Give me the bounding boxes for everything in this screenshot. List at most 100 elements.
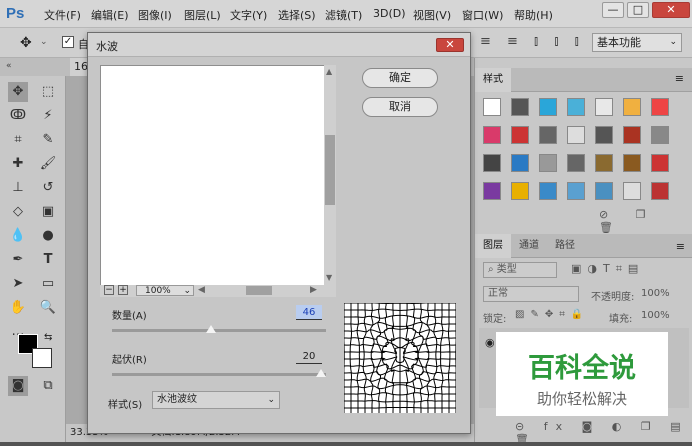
menu-3d[interactable]: 3D(D) xyxy=(373,7,406,20)
style-swatch[interactable] xyxy=(567,182,585,200)
ridges-slider-thumb[interactable] xyxy=(316,369,326,377)
style-swatch[interactable] xyxy=(483,126,501,144)
workspace-select[interactable]: 基本功能 ⌄ xyxy=(592,33,682,52)
move-tool-icon[interactable]: ✥ xyxy=(8,82,28,102)
preview-vertical-scrollbar[interactable]: ▲ ▼ xyxy=(324,65,336,285)
style-swatch[interactable] xyxy=(539,98,557,116)
eraser-tool-icon[interactable]: ◇ xyxy=(8,202,28,222)
gradient-tool-icon[interactable]: ▣ xyxy=(38,202,58,222)
healing-brush-tool-icon[interactable]: ✚ xyxy=(8,154,28,174)
menu-window[interactable]: 窗口(W) xyxy=(462,7,503,23)
rectangle-tool-icon[interactable]: ▭ xyxy=(38,274,58,294)
scroll-thumb[interactable] xyxy=(325,135,335,205)
scroll-right-icon[interactable]: ▶ xyxy=(310,285,317,295)
fill-value[interactable]: 100% xyxy=(641,310,670,321)
panel-menu-icon[interactable]: ≡ xyxy=(676,240,685,253)
opacity-value[interactable]: 100% xyxy=(641,288,670,299)
eye-icon[interactable]: ◉ xyxy=(485,336,495,349)
style-swatch[interactable] xyxy=(511,98,529,116)
screen-mode-icon[interactable]: ⧉ xyxy=(38,376,58,396)
scroll-left-icon[interactable]: ◀ xyxy=(198,285,205,295)
zoom-tool-icon[interactable]: 🔍 xyxy=(38,298,58,318)
style-swatch[interactable] xyxy=(567,126,585,144)
style-swatch[interactable] xyxy=(651,182,669,200)
style-swatch[interactable] xyxy=(567,154,585,172)
align-icons[interactable]: ≡ ≡ ⫾ ⫾ ⫾ xyxy=(480,34,585,49)
style-swatch[interactable] xyxy=(511,126,529,144)
layer-footer-icons[interactable]: ⊝ fx ◙ ◐ ❐ ▤ 🗑 xyxy=(515,420,692,446)
style-select[interactable]: 水池波纹 ⌄ xyxy=(152,391,280,409)
clone-stamp-tool-icon[interactable]: ⊥ xyxy=(8,178,28,198)
menu-view[interactable]: 视图(V) xyxy=(413,7,451,23)
menu-help[interactable]: 帮助(H) xyxy=(514,7,553,23)
tab-layers[interactable]: 图层 xyxy=(475,234,511,258)
blur-tool-icon[interactable]: 💧 xyxy=(8,226,28,246)
menu-type[interactable]: 文字(Y) xyxy=(230,7,267,23)
minimize-button[interactable]: — xyxy=(602,2,624,18)
style-swatch[interactable] xyxy=(595,126,613,144)
tab-channels[interactable]: 通道 xyxy=(511,234,547,258)
style-swatch[interactable] xyxy=(651,98,669,116)
scroll-thumb-horizontal[interactable] xyxy=(246,286,272,295)
marquee-tool-icon[interactable]: ⬚ xyxy=(38,82,58,102)
style-swatch[interactable] xyxy=(651,126,669,144)
chevron-down-icon[interactable]: ⌄ xyxy=(40,37,48,47)
zoom-select[interactable]: 100% ⌄ xyxy=(136,285,194,296)
quick-mask-icon[interactable]: ◙ xyxy=(8,376,28,396)
lock-icons[interactable]: ▨✎✥⌗🔒 xyxy=(515,309,589,320)
magic-wand-tool-icon[interactable]: ⚡ xyxy=(38,106,58,126)
maximize-button[interactable]: □ xyxy=(627,2,649,18)
style-swatch[interactable] xyxy=(595,182,613,200)
tab-paths[interactable]: 路径 xyxy=(547,234,583,258)
panel-menu-icon[interactable]: ≡ xyxy=(675,72,684,85)
style-swatch[interactable] xyxy=(623,126,641,144)
cancel-button[interactable]: 取消 xyxy=(362,97,438,117)
style-swatch[interactable] xyxy=(483,154,501,172)
zoom-in-button[interactable]: + xyxy=(118,285,128,295)
brush-tool-icon[interactable]: 🖌 xyxy=(38,154,58,174)
style-swatch[interactable] xyxy=(483,182,501,200)
style-swatch[interactable] xyxy=(651,154,669,172)
crop-tool-icon[interactable]: ⌗ xyxy=(8,130,28,150)
style-swatch[interactable] xyxy=(539,182,557,200)
menu-file[interactable]: 文件(F) xyxy=(44,7,81,23)
path-selection-tool-icon[interactable]: ➤ xyxy=(8,274,28,294)
menu-edit[interactable]: 编辑(E) xyxy=(91,7,129,23)
style-swatch[interactable] xyxy=(539,126,557,144)
lasso-tool-icon[interactable]: ↂ xyxy=(8,106,28,126)
tab-styles[interactable]: 样式 xyxy=(475,68,511,92)
blend-mode-select[interactable]: 正常 xyxy=(483,286,579,302)
zoom-out-button[interactable]: − xyxy=(104,285,114,295)
style-swatch[interactable] xyxy=(567,98,585,116)
style-swatch[interactable] xyxy=(511,182,529,200)
move-tool-icon[interactable]: ✥ xyxy=(20,35,32,51)
style-swatch[interactable] xyxy=(511,154,529,172)
collapse-icon[interactable]: « xyxy=(6,61,12,71)
history-brush-tool-icon[interactable]: ↺ xyxy=(38,178,58,198)
scroll-down-icon[interactable]: ▼ xyxy=(326,273,332,282)
type-tool-icon[interactable]: T xyxy=(38,250,58,270)
style-swatch[interactable] xyxy=(623,154,641,172)
style-swatch[interactable] xyxy=(623,98,641,116)
style-swatch[interactable] xyxy=(483,98,501,116)
ok-button[interactable]: 确定 xyxy=(362,68,438,88)
scroll-up-icon[interactable]: ▲ xyxy=(326,67,332,76)
menu-select[interactable]: 选择(S) xyxy=(278,7,316,23)
layer-filter-icons[interactable]: ▣◑T⌗▤ xyxy=(571,262,644,276)
dialog-close-button[interactable]: ✕ xyxy=(436,38,464,52)
auto-select-checkbox[interactable]: ✓ xyxy=(62,36,74,48)
styles-footer-icons[interactable]: ⊘ ❐ 🗑 xyxy=(599,208,692,234)
amount-input[interactable]: 46 xyxy=(296,305,322,320)
menu-filter[interactable]: 滤镜(T) xyxy=(325,7,362,23)
amount-slider[interactable] xyxy=(112,329,326,332)
ridges-input[interactable]: 20 xyxy=(296,349,322,364)
dodge-tool-icon[interactable]: ● xyxy=(38,226,58,246)
layer-kind-filter[interactable]: ⌕ 类型 xyxy=(483,262,557,278)
menu-layer[interactable]: 图层(L) xyxy=(184,7,221,23)
style-swatch[interactable] xyxy=(539,154,557,172)
close-window-button[interactable]: ✕ xyxy=(652,2,690,18)
ridges-slider[interactable] xyxy=(112,373,326,376)
swap-colors-icon[interactable]: ⇆ xyxy=(44,332,52,343)
pen-tool-icon[interactable]: ✒ xyxy=(8,250,28,270)
amount-slider-thumb[interactable] xyxy=(206,325,216,333)
